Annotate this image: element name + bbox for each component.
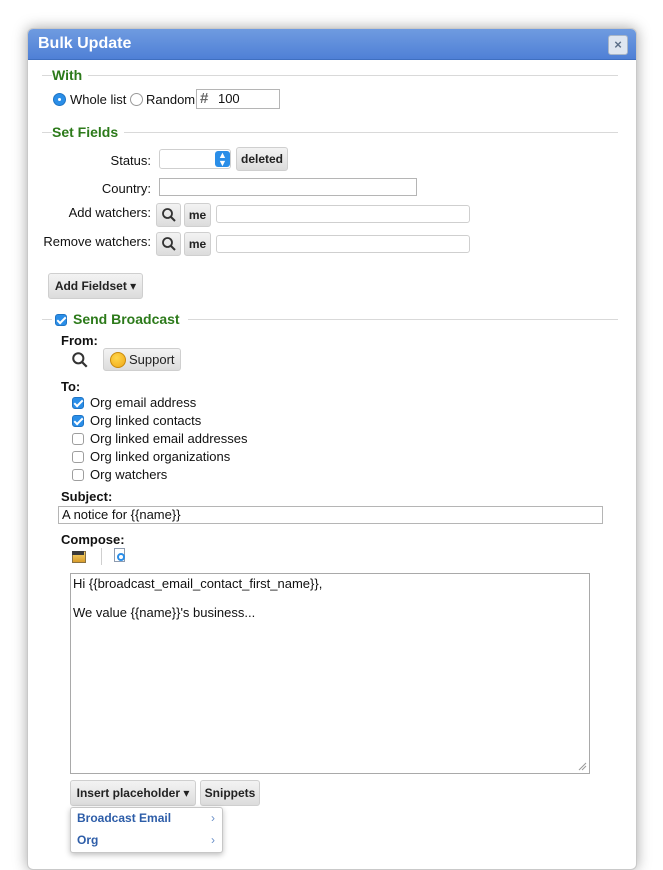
broadcast-legend: Send Broadcast [73, 311, 180, 327]
preview-icon[interactable] [114, 548, 127, 564]
status-label: Status: [110, 153, 151, 168]
recipient-checkbox-org-linked-email-addresses[interactable] [72, 433, 84, 445]
recipient-label: Org watchers [90, 467, 168, 482]
search-icon [161, 208, 176, 222]
status-deleted-button[interactable]: deleted [236, 147, 288, 171]
close-icon[interactable]: × [608, 35, 628, 55]
recipient-label: Org email address [90, 395, 197, 410]
add-watchers-label: Add watchers: [68, 205, 151, 220]
whole-list-label: Whole list [70, 92, 127, 107]
menu-item-label: Broadcast Email [77, 811, 172, 825]
insert-placeholder-button[interactable]: Insert placeholder ▾ [70, 780, 196, 806]
dialog-title: Bulk Update [38, 35, 132, 52]
menu-item-broadcast-email[interactable]: Broadcast Email › [71, 808, 222, 830]
with-rule [42, 75, 618, 76]
placeholder-dropdown-menu: Broadcast Email › Org › [70, 807, 223, 853]
recipient-checkbox-org-email[interactable] [72, 397, 84, 409]
insert-image-icon[interactable] [71, 550, 86, 563]
country-input[interactable] [159, 178, 417, 196]
remove-watchers-me-button[interactable]: me [184, 232, 211, 256]
recipient-checkbox-org-linked-organizations[interactable] [72, 451, 84, 463]
from-support-label: Support [129, 352, 175, 367]
recipient-label: Org linked contacts [90, 413, 202, 428]
add-watchers-me-button[interactable]: me [184, 203, 211, 227]
random-count-value: 100 [217, 91, 240, 106]
compose-body-line-1: Hi {{broadcast_email_contact_first_name}… [73, 576, 323, 591]
add-watchers-search-button[interactable] [156, 203, 181, 227]
random-label: Random [146, 92, 196, 107]
random-count-field[interactable]: # 100 [196, 89, 280, 109]
from-label: From: [61, 333, 98, 348]
dialog-titlebar: Bulk Update × [28, 29, 636, 60]
subject-input[interactable]: A notice for {{name}} [58, 506, 603, 524]
menu-item-label: Org [77, 833, 99, 847]
search-icon [72, 352, 88, 368]
country-label: Country: [101, 181, 151, 196]
recipient-checkbox-org-linked-contacts[interactable] [72, 415, 84, 427]
remove-watchers-label: Remove watchers: [43, 234, 151, 249]
set-fields-legend: Set Fields [52, 124, 125, 140]
resize-grip-icon[interactable] [578, 762, 587, 771]
broadcast-legend-group: Send Broadcast [52, 311, 188, 329]
remove-watchers-search-button[interactable] [156, 232, 181, 256]
add-watchers-input[interactable] [216, 205, 470, 223]
support-avatar-icon [110, 352, 126, 368]
hash-icon: # [200, 90, 209, 107]
radio-whole-list[interactable] [53, 93, 66, 106]
compose-body-line-2: We value {{name}}'s business... [73, 605, 256, 620]
select-arrows-icon: ▲ ▼ [215, 151, 230, 168]
add-fieldset-button[interactable]: Add Fieldset ▾ [48, 273, 143, 299]
search-icon [161, 237, 176, 251]
compose-textarea[interactable]: Hi {{broadcast_email_contact_first_name}… [70, 573, 590, 774]
status-select[interactable]: ▲ ▼ [159, 149, 231, 169]
bulk-update-dialog: Bulk Update × With Whole list Random # 1… [27, 28, 637, 870]
recipient-label: Org linked organizations [90, 449, 231, 464]
subject-label: Subject: [61, 489, 113, 504]
from-support-chip[interactable]: Support [103, 348, 181, 371]
chevron-right-icon: › [211, 833, 215, 847]
compose-label: Compose: [61, 532, 125, 547]
with-legend: With [52, 67, 89, 83]
send-broadcast-checkbox[interactable] [55, 314, 67, 326]
chevron-right-icon: › [211, 811, 215, 825]
recipient-checkbox-org-watchers[interactable] [72, 469, 84, 481]
menu-item-org[interactable]: Org › [71, 830, 222, 852]
set-fields-rule [42, 132, 618, 133]
toolbar-divider [101, 548, 102, 565]
from-search-button[interactable] [71, 351, 91, 371]
radio-random[interactable] [130, 93, 143, 106]
remove-watchers-input[interactable] [216, 235, 470, 253]
to-label: To: [61, 379, 81, 394]
recipient-label: Org linked email addresses [90, 431, 248, 446]
snippets-button[interactable]: Snippets [200, 780, 260, 806]
